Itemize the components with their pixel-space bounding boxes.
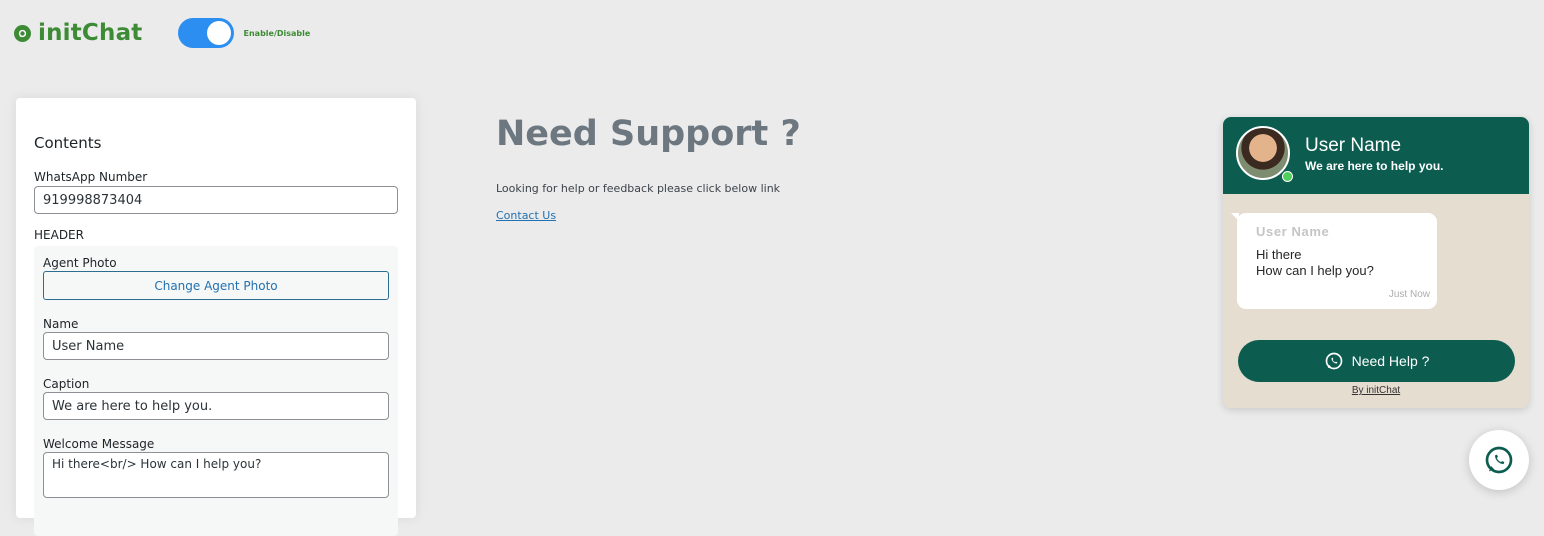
name-label: Name: [43, 317, 79, 331]
need-help-button[interactable]: Need Help ?: [1238, 340, 1515, 382]
whatsapp-float-button[interactable]: [1469, 430, 1529, 490]
caption-input[interactable]: We are here to help you.: [43, 392, 389, 420]
contents-panel: Contents WhatsApp Number 919998873404 HE…: [16, 98, 416, 536]
support-text: Looking for help or feedback please clic…: [496, 182, 781, 195]
enable-toggle[interactable]: [177, 18, 234, 48]
toggle-knob: [206, 21, 231, 45]
bubble-message-line1: Hi there: [1256, 247, 1302, 262]
agent-photo-label: Agent Photo: [43, 256, 117, 270]
support-section: Need Support ? Looking for help or feedb…: [496, 114, 801, 223]
bubble-message-line2: How can I help you?: [1256, 263, 1374, 278]
toggle-label: Enable/Disable: [243, 28, 311, 38]
whatsapp-label: WhatsApp Number: [34, 170, 148, 184]
welcome-message-textarea[interactable]: Hi there<br/> How can I help you?: [43, 452, 389, 498]
welcome-bubble: User Name Hi there How can I help you? J…: [1231, 213, 1437, 309]
support-title: Need Support ?: [496, 114, 801, 154]
whatsapp-number-input[interactable]: 919998873404: [34, 186, 398, 214]
welcome-message-label: Welcome Message: [43, 437, 155, 451]
contact-us-link[interactable]: Contact Us: [496, 209, 556, 222]
change-agent-photo-button[interactable]: Change Agent Photo: [43, 271, 389, 300]
top-bar: initChat Enable/Disable: [14, 16, 310, 50]
widget-body: User Name Hi there How can I help you? J…: [1223, 194, 1529, 408]
chat-bubble-icon: [14, 24, 31, 42]
header-section-label: HEADER: [34, 228, 84, 242]
panel-title: Contents: [34, 134, 102, 152]
name-input[interactable]: User Name: [43, 332, 389, 360]
chat-widget-preview: User Name We are here to help you. User …: [1223, 117, 1529, 408]
online-status-dot: [1282, 171, 1293, 182]
bubble-time: Just Now: [1388, 289, 1430, 300]
caption-label: Caption: [43, 377, 90, 391]
widget-header: User Name We are here to help you.: [1223, 117, 1529, 194]
whatsapp-icon: [1485, 446, 1513, 474]
need-help-label: Need Help ?: [1351, 353, 1430, 369]
bubble-agent-name: User Name: [1256, 224, 1330, 239]
widget-agent-name: User Name: [1305, 135, 1402, 156]
widget-caption: We are here to help you.: [1305, 159, 1444, 173]
whatsapp-icon: [1325, 352, 1342, 370]
brand-name: initChat: [38, 20, 143, 46]
header-settings: Agent Photo Change Agent Photo Name User…: [34, 246, 398, 536]
brand-logo: initChat: [14, 20, 143, 46]
by-initchat-link[interactable]: By initChat: [1223, 385, 1529, 396]
agent-avatar: [1236, 126, 1290, 180]
